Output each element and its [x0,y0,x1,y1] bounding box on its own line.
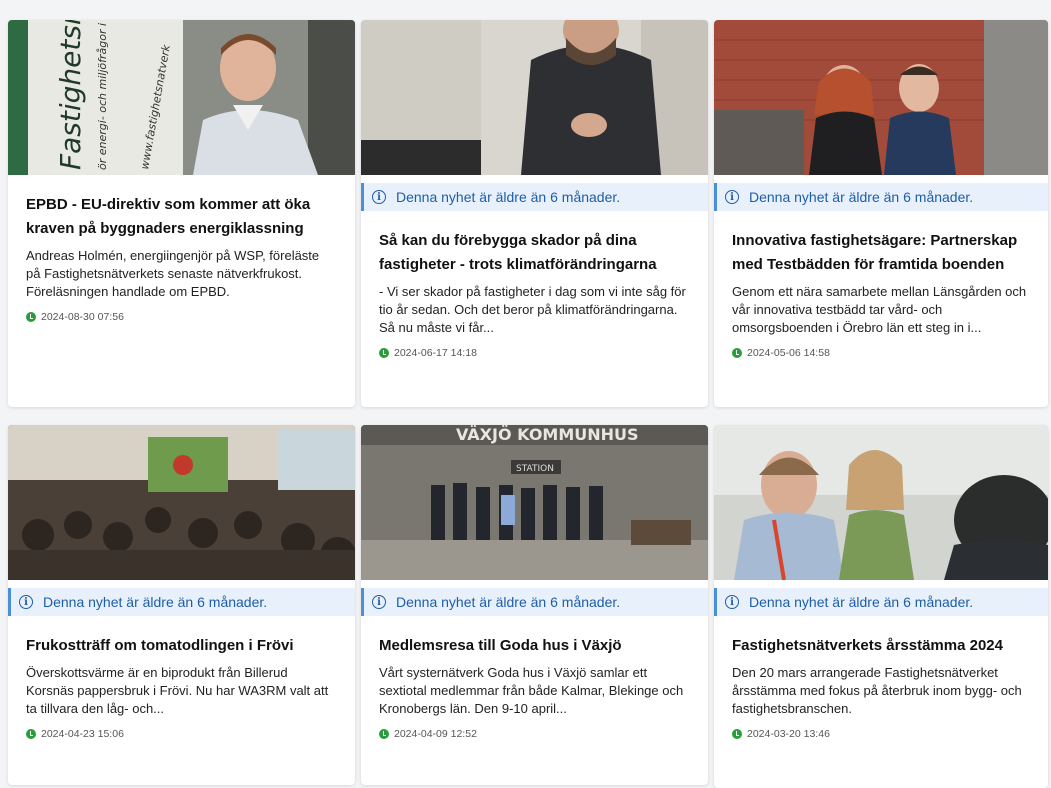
news-excerpt: Genom ett nära samarbete mellan Länsgård… [732,284,1027,335]
news-image[interactable]: Fastighetsnätv ör energi- och miljöfrågo… [8,20,355,175]
news-date: 2024-04-23 15:06 [26,728,337,740]
age-notice: i Denna nyhet är äldre än 6 månader. [714,183,1048,211]
banner-subtext: ör energi- och miljöfrågor i [96,23,109,170]
news-title[interactable]: Frukostträff om tomatodlingen i Frövi [26,634,337,658]
clock-icon [732,729,742,739]
age-notice: i Denna nyhet är äldre än 6 månader. [361,183,708,211]
news-date: 2024-05-06 14:58 [732,347,1030,359]
news-date: 2024-06-17 14:18 [379,347,690,359]
clock-icon [26,312,36,322]
news-card[interactable]: Fastighetsnätv ör energi- och miljöfrågo… [8,20,355,407]
news-date: 2024-03-20 13:46 [732,728,1030,740]
news-excerpt: Överskottsvärme är en biprodukt från Bil… [26,665,329,716]
news-excerpt: Den 20 mars arrangerade Fastighetsnätver… [732,665,1022,716]
station-sign: STATION [516,464,554,474]
news-grid: Fastighetsnätv ör energi- och miljöfrågo… [8,20,1048,407]
news-title[interactable]: Så kan du förebygga skador på dina fasti… [379,229,690,277]
news-card[interactable]: i Denna nyhet är äldre än 6 månader. Fruk… [8,425,355,785]
clock-icon [379,348,389,358]
news-card[interactable]: i Denna nyhet är äldre än 6 månader. Fast… [714,425,1048,788]
building-sign: VÄXJÖ KOMMUNHUS [456,425,639,444]
news-title[interactable]: Fastighetsnätverkets årsstämma 2024 [732,634,1030,658]
info-icon: i [372,190,386,204]
news-image[interactable] [361,20,708,175]
news-card[interactable]: VÄXJÖ KOMMUNHUS STATION i Denna nyhet är … [361,425,708,785]
clock-icon [732,348,742,358]
info-icon: i [372,595,386,609]
info-icon: i [19,595,33,609]
banner-text: Fastighetsnätv [54,20,87,170]
news-title[interactable]: Medlemsresa till Goda hus i Växjö [379,634,690,658]
news-excerpt: Andreas Holmén, energiingenjör på WSP, f… [26,248,320,299]
news-image[interactable] [8,425,355,580]
news-excerpt: Vårt systernätverk Goda hus i Växjö saml… [379,665,684,716]
news-date: 2024-08-30 07:56 [26,311,337,323]
news-card[interactable]: i Denna nyhet är äldre än 6 månader. Inno… [714,20,1048,407]
clock-icon [379,729,389,739]
news-card[interactable]: i Denna nyhet är äldre än 6 månader. Så k… [361,20,708,407]
news-title[interactable]: EPBD - EU-direktiv som kommer att öka kr… [26,193,337,241]
news-image[interactable]: VÄXJÖ KOMMUNHUS STATION [361,425,708,580]
news-excerpt: - Vi ser skador på fastigheter i dag som… [379,284,686,335]
age-notice: i Denna nyhet är äldre än 6 månader. [361,588,708,616]
info-icon: i [725,190,739,204]
info-icon: i [725,595,739,609]
age-notice: i Denna nyhet är äldre än 6 månader. [8,588,355,616]
news-image[interactable] [714,20,1048,175]
news-title[interactable]: Innovativa fastighetsägare: Partnerskap … [732,229,1030,277]
news-date: 2024-04-09 12:52 [379,728,690,740]
age-notice: i Denna nyhet är äldre än 6 månader. [714,588,1048,616]
clock-icon [26,729,36,739]
news-grid-row-2: i Denna nyhet är äldre än 6 månader. Fruk… [8,425,1048,788]
news-image[interactable] [714,425,1048,580]
